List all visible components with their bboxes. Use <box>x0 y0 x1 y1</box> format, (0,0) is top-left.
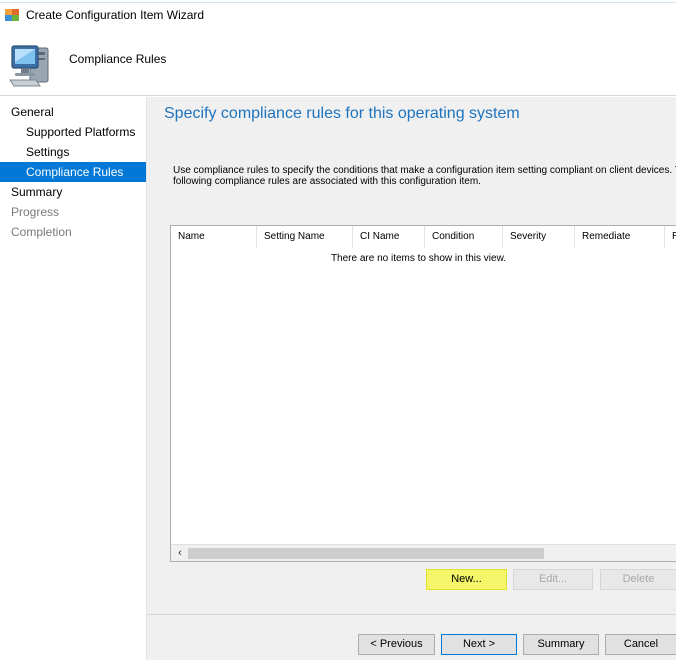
main-panel: Specify compliance rules for this operat… <box>146 97 676 660</box>
window-titlebar: Create Configuration Item Wizard <box>0 4 676 26</box>
column-header-severity[interactable]: Severity <box>503 226 575 248</box>
computer-icon <box>9 45 49 87</box>
top-edge <box>0 0 676 3</box>
description-line-1: Use compliance rules to specify the cond… <box>173 165 676 176</box>
column-header-ci-name[interactable]: CI Name <box>353 226 425 248</box>
nav-item-compliance-rules[interactable]: Compliance Rules <box>0 162 146 182</box>
list-header: Name Setting Name CI Name Condition Seve… <box>171 226 676 248</box>
window-title: Create Configuration Item Wizard <box>26 8 205 22</box>
scrollbar-thumb[interactable] <box>188 548 544 559</box>
nav-item-supported-platforms[interactable]: Supported Platforms <box>0 122 146 142</box>
nav-item-progress: Progress <box>11 205 60 219</box>
edit-rule-button[interactable]: Edit... <box>513 569 593 590</box>
nav-item-completion: Completion <box>11 225 72 239</box>
scroll-left-icon[interactable]: ‹ <box>173 546 187 560</box>
nav-item-settings[interactable]: Settings <box>0 142 146 162</box>
delete-rule-button[interactable]: Delete <box>600 569 676 590</box>
nav-item-general[interactable]: General <box>0 102 146 122</box>
column-header-setting-name[interactable]: Setting Name <box>257 226 353 248</box>
column-header-name[interactable]: Name <box>171 226 257 248</box>
wizard-app-icon <box>5 9 19 21</box>
previous-button[interactable]: < Previous <box>358 634 435 655</box>
column-header-remediate[interactable]: Remediate <box>575 226 665 248</box>
empty-list-message: There are no items to show in this view. <box>330 253 507 264</box>
nav-item-summary[interactable]: Summary <box>0 182 146 202</box>
page-heading: Specify compliance rules for this operat… <box>164 105 520 122</box>
description-line-2: following compliance rules are associate… <box>173 176 481 187</box>
description-text: Use compliance rules to specify the cond… <box>173 165 676 187</box>
column-header-truncated[interactable]: R <box>665 226 676 248</box>
new-rule-button[interactable]: New... <box>426 569 507 590</box>
wizard-step-title: Compliance Rules <box>69 52 167 66</box>
horizontal-scrollbar[interactable]: ‹ › <box>171 544 676 561</box>
wizard-navigation: General Supported Platforms Settings Com… <box>0 97 146 660</box>
wizard-footer: < Previous Next > Summary Cancel <box>147 614 676 660</box>
summary-button[interactable]: Summary <box>523 634 599 655</box>
column-header-condition[interactable]: Condition <box>425 226 503 248</box>
cancel-button[interactable]: Cancel <box>605 634 676 655</box>
compliance-rules-list[interactable]: Name Setting Name CI Name Condition Seve… <box>170 225 676 562</box>
next-button[interactable]: Next > <box>441 634 517 655</box>
wizard-header: Compliance Rules <box>0 26 676 96</box>
